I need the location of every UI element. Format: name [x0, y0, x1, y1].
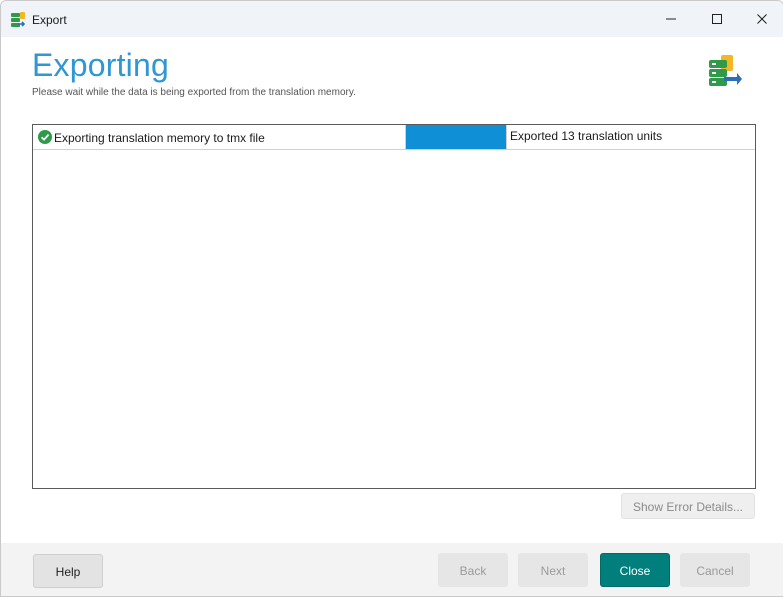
- title-bar: Export: [1, 1, 783, 37]
- task-row: Exporting translation memory to tmx file…: [33, 125, 755, 150]
- page-subtitle: Please wait while the data is being expo…: [32, 87, 356, 98]
- export-dialog: Export Exporting Please wait while the d…: [0, 0, 783, 597]
- column-divider: [506, 125, 507, 149]
- close-button[interactable]: Close: [600, 553, 670, 587]
- minimize-icon: [666, 18, 676, 20]
- close-icon: [757, 14, 767, 24]
- footer: Help Back Next Close Cancel: [1, 543, 783, 596]
- window-title: Export: [32, 13, 67, 27]
- page-title: Exporting: [32, 47, 169, 83]
- task-status: Exported 13 translation units: [510, 129, 663, 143]
- back-button[interactable]: Back: [438, 553, 508, 587]
- cancel-button[interactable]: Cancel: [680, 553, 750, 587]
- export-progress-panel: Exporting translation memory to tmx file…: [32, 124, 756, 489]
- maximize-button[interactable]: [694, 1, 740, 37]
- help-button[interactable]: Help: [33, 554, 103, 588]
- task-progress-bar: [405, 125, 507, 149]
- show-error-details-button[interactable]: Show Error Details...: [621, 493, 755, 519]
- progress-fill: [406, 125, 507, 149]
- minimize-button[interactable]: [648, 1, 694, 37]
- close-window-button[interactable]: [739, 1, 783, 37]
- maximize-icon: [712, 14, 722, 24]
- export-tm-icon: [709, 55, 742, 86]
- check-circle-icon: [38, 130, 52, 144]
- task-label: Exporting translation memory to tmx file: [54, 131, 265, 145]
- app-icon: [11, 12, 26, 27]
- next-button[interactable]: Next: [518, 553, 588, 587]
